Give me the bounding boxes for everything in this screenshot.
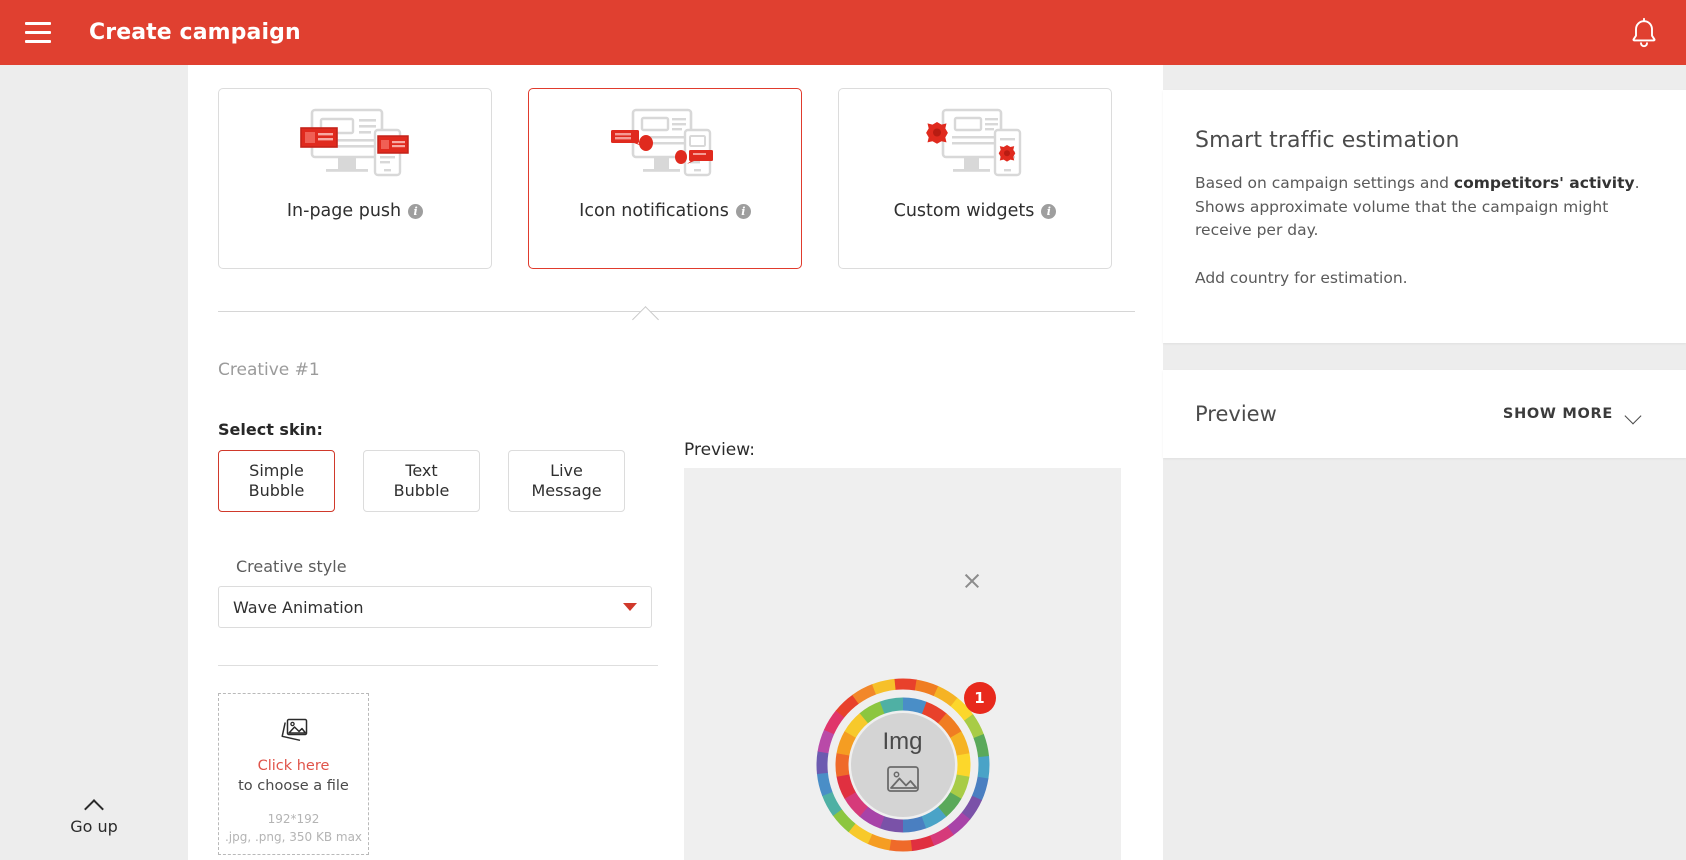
campaign-type-custom-widgets[interactable]: Custom widgets i bbox=[838, 88, 1112, 269]
traffic-card-note: Add country for estimation. bbox=[1195, 268, 1408, 287]
preview-card-title: Preview bbox=[1195, 402, 1277, 426]
info-icon[interactable]: i bbox=[408, 203, 424, 219]
chevron-up-icon bbox=[85, 799, 103, 809]
selected-type-caret-icon bbox=[629, 305, 663, 321]
custom-widgets-illustration bbox=[839, 89, 1111, 201]
burger-line bbox=[25, 40, 51, 43]
smart-traffic-estimation-card: Smart traffic estimation Based on campai… bbox=[1163, 90, 1686, 343]
info-icon[interactable]: i bbox=[735, 203, 751, 219]
creative-title: Creative #1 bbox=[218, 360, 320, 380]
show-more-button[interactable]: SHOW MORE bbox=[1503, 406, 1640, 422]
chevron-down-icon[interactable] bbox=[623, 603, 637, 611]
traffic-body-prefix: Based on campaign settings and bbox=[1195, 174, 1454, 192]
info-icon[interactable]: i bbox=[1041, 203, 1057, 219]
app-root: Create campaign Go up In-page push i Ico… bbox=[0, 0, 1686, 860]
go-up-label: Go up bbox=[70, 817, 118, 836]
img-placeholder-label: Img bbox=[882, 728, 923, 755]
traffic-body-bold: competitors' activity bbox=[1453, 174, 1635, 192]
skin-group: Simple Bubble Text Bubble Live Message bbox=[218, 450, 625, 512]
divider-line-right bbox=[408, 311, 1135, 312]
select-skin-label: Select skin: bbox=[218, 420, 323, 439]
in-page-push-illustration bbox=[219, 89, 491, 201]
divider bbox=[218, 665, 658, 666]
image-stack-icon bbox=[280, 718, 308, 748]
chevron-down-icon bbox=[1626, 410, 1640, 419]
creative-style-value: Wave Animation bbox=[233, 597, 364, 617]
notification-bell-icon[interactable] bbox=[1624, 13, 1664, 53]
campaign-type-icon-notifications[interactable]: Icon notifications i bbox=[528, 88, 802, 269]
image-placeholder-icon bbox=[886, 764, 920, 798]
top-bar: Create campaign bbox=[0, 0, 1686, 65]
burger-line bbox=[25, 31, 51, 34]
campaign-type-in-page-push[interactable]: In-page push i bbox=[218, 88, 492, 269]
skin-label-line2: Bubble bbox=[248, 481, 305, 500]
go-up-button[interactable]: Go up bbox=[0, 799, 188, 836]
campaign-type-label: Icon notifications bbox=[579, 201, 729, 221]
hamburger-menu-icon[interactable] bbox=[20, 16, 56, 50]
campaign-type-group: In-page push i Icon notifications i Cust… bbox=[218, 88, 1112, 269]
campaign-type-caption: In-page push i bbox=[286, 201, 424, 221]
creative-style-group: Creative style Wave Animation bbox=[218, 557, 658, 628]
burger-line bbox=[25, 22, 51, 25]
preview-card: Preview SHOW MORE bbox=[1163, 370, 1686, 458]
skin-label-line2: Message bbox=[531, 481, 602, 500]
creative-style-label: Creative style bbox=[236, 557, 347, 576]
skin-option-text-bubble[interactable]: Text Bubble bbox=[363, 450, 480, 512]
skin-label-line1: Text bbox=[405, 461, 438, 481]
upload-choose-file-label: to choose a file bbox=[238, 777, 349, 794]
upload-dimensions-hint: 192*192 bbox=[267, 812, 320, 827]
icon-notification-preview: 1 Img bbox=[814, 676, 996, 854]
file-upload-dropzone[interactable]: Click here to choose a file 192*192 .jpg… bbox=[218, 693, 369, 855]
upload-click-here-label: Click here bbox=[257, 758, 330, 774]
section-divider bbox=[218, 305, 1135, 327]
traffic-card-body: Based on campaign settings and competito… bbox=[1195, 172, 1644, 243]
icon-notifications-illustration bbox=[529, 89, 801, 201]
right-sidebar: Smart traffic estimation Based on campai… bbox=[1163, 65, 1686, 860]
left-rail: Go up bbox=[0, 65, 188, 860]
skin-label-line1: Live bbox=[550, 461, 583, 481]
skin-label-line1: Simple bbox=[249, 461, 304, 481]
campaign-type-caption: Icon notifications i bbox=[579, 201, 751, 221]
show-more-label: SHOW MORE bbox=[1502, 406, 1613, 422]
preview-canvas: 1 Img bbox=[684, 468, 1121, 860]
upload-constraints-hint: .jpg, .png, 350 KB max bbox=[224, 830, 363, 845]
campaign-type-label: In-page push bbox=[286, 201, 402, 221]
page-title: Create campaign bbox=[89, 20, 301, 45]
campaign-type-label: Custom widgets bbox=[893, 201, 1035, 221]
preview-label: Preview: bbox=[684, 440, 755, 460]
skin-label-line2: Bubble bbox=[393, 481, 450, 500]
skin-option-live-message[interactable]: Live Message bbox=[508, 450, 625, 512]
status-badge: 1 bbox=[963, 682, 996, 714]
close-icon[interactable] bbox=[962, 571, 982, 591]
creative-style-select[interactable]: Wave Animation bbox=[218, 586, 652, 628]
campaign-type-caption: Custom widgets i bbox=[894, 201, 1057, 221]
traffic-card-title: Smart traffic estimation bbox=[1195, 128, 1460, 153]
main-content: In-page push i Icon notifications i Cust… bbox=[188, 65, 1163, 860]
skin-option-simple-bubble[interactable]: Simple Bubble bbox=[218, 450, 335, 512]
